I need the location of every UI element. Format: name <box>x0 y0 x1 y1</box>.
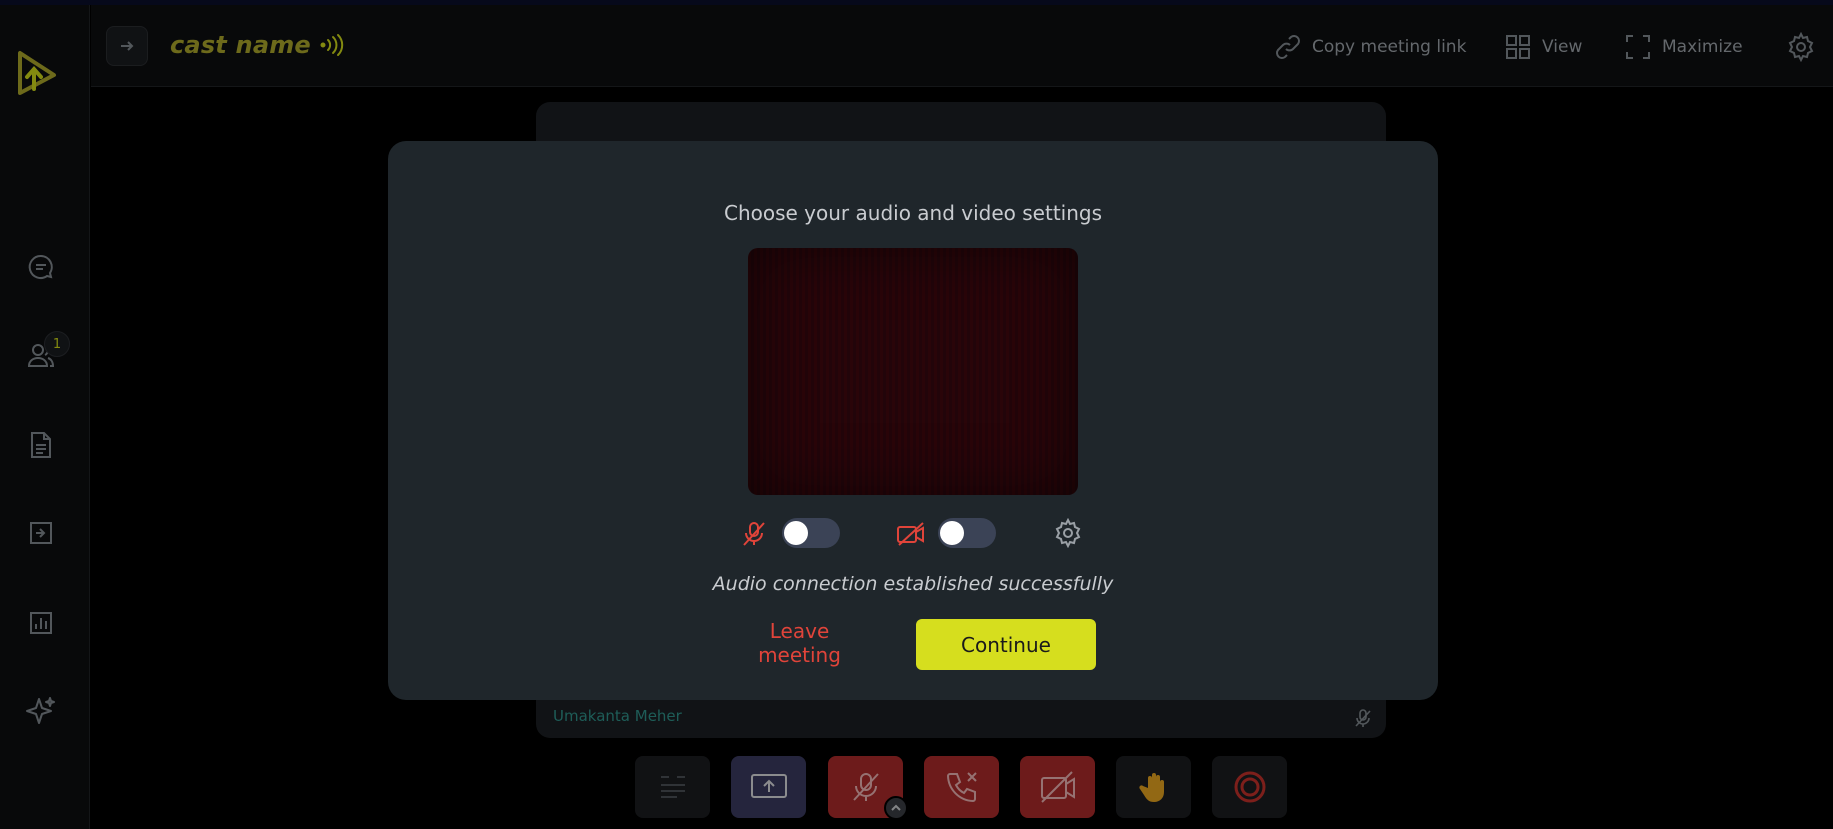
camera-toggle-knob <box>940 521 964 545</box>
continue-button[interactable]: Continue <box>916 619 1096 670</box>
device-settings-gear-icon[interactable] <box>1053 517 1083 552</box>
mic-toggle-knob <box>784 521 808 545</box>
camera-off-icon <box>896 521 926 551</box>
audio-status-message: Audio connection established successfull… <box>712 573 1114 595</box>
camera-toggle[interactable] <box>938 518 996 548</box>
audio-video-settings-dialog: Choose your audio and video settings Aud… <box>388 141 1438 700</box>
mic-off-icon <box>741 520 767 552</box>
leave-meeting-button[interactable]: Leave meeting <box>729 619 870 667</box>
dialog-title: Choose your audio and video settings <box>723 201 1103 225</box>
camera-preview <box>748 248 1078 495</box>
mic-toggle[interactable] <box>782 518 840 548</box>
